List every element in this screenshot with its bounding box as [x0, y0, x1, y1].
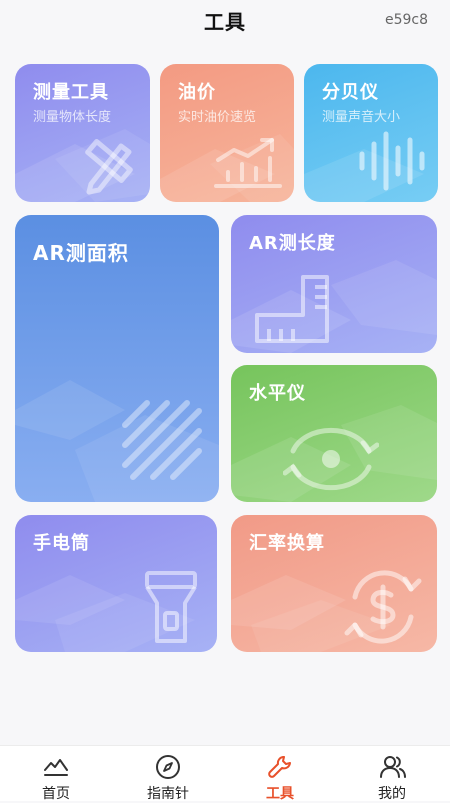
- bottom-tab-bar: 首页 指南针 工具 我的: [0, 745, 450, 802]
- exchange-rate-label: 汇率换算: [249, 533, 325, 554]
- header: 工具 e59c8: [0, 0, 450, 40]
- compass-icon: [156, 755, 180, 779]
- tab-mine-label: 我的: [378, 786, 406, 802]
- level-eye-icon: [283, 427, 379, 491]
- measure-tool-card[interactable]: 测量工具 测量物体长度: [15, 64, 150, 202]
- oil-price-card[interactable]: 油价 实时油价速览: [160, 64, 294, 202]
- area-stripes-icon: [122, 400, 202, 480]
- currency-exchange-icon: [344, 570, 422, 644]
- tab-compass[interactable]: 指南针: [112, 746, 224, 802]
- tab-compass-label: 指南针: [147, 786, 189, 802]
- oil-price-subtitle: 实时油价速览: [178, 110, 257, 125]
- ar-length-label: AR测长度: [249, 233, 336, 254]
- header-code: e59c8: [384, 12, 428, 28]
- l-ruler-icon: [255, 275, 329, 343]
- tab-home[interactable]: 首页: [0, 746, 112, 802]
- home-mountain-icon: [44, 759, 68, 776]
- tab-mine[interactable]: 我的: [336, 746, 448, 802]
- ruler-pencil-icon: [85, 138, 133, 195]
- tab-home-label: 首页: [42, 786, 70, 802]
- level-label: 水平仪: [249, 383, 306, 404]
- users-icon: [380, 756, 406, 778]
- decibel-meter-label: 分贝仪: [322, 82, 379, 103]
- decibel-meter-card[interactable]: 分贝仪 测量声音大小: [304, 64, 438, 202]
- measure-tool-subtitle: 测量物体长度: [33, 110, 112, 125]
- decibel-meter-subtitle: 测量声音大小: [322, 110, 401, 125]
- flashlight-icon: [145, 571, 197, 643]
- sound-wave-icon: [359, 131, 425, 191]
- page-title: 工具: [204, 10, 246, 34]
- level-card[interactable]: 水平仪: [231, 365, 437, 502]
- measure-tool-label: 测量工具: [33, 82, 109, 103]
- flashlight-label: 手电筒: [33, 533, 90, 554]
- trend-chart-icon: [214, 138, 282, 188]
- tab-tools[interactable]: 工具: [224, 746, 336, 802]
- ar-area-card[interactable]: AR测面积: [15, 215, 219, 502]
- flashlight-card[interactable]: 手电筒: [15, 515, 217, 652]
- wrench-icon: [268, 756, 291, 778]
- tab-tools-label: 工具: [266, 786, 294, 802]
- ar-area-label: AR测面积: [33, 241, 129, 265]
- exchange-rate-card[interactable]: 汇率换算: [231, 515, 437, 652]
- oil-price-label: 油价: [178, 82, 216, 103]
- ar-length-card[interactable]: AR测长度: [231, 215, 437, 353]
